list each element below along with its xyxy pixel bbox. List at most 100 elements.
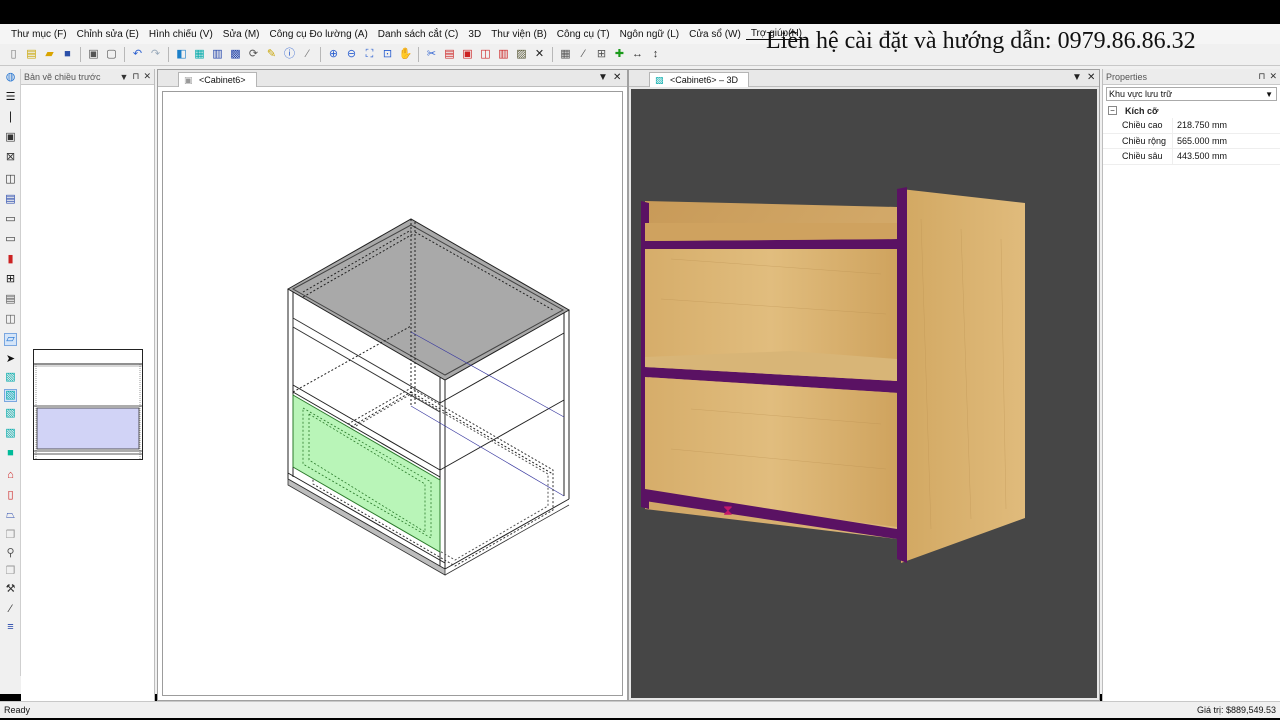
print-preview-icon[interactable]: ▢ bbox=[104, 47, 119, 62]
property-value[interactable]: 565.000 mm bbox=[1173, 136, 1227, 146]
new-file-icon[interactable]: ▯ bbox=[6, 47, 21, 62]
grid-tool-icon[interactable]: ⊞ bbox=[4, 273, 17, 286]
wireframe-canvas[interactable] bbox=[162, 91, 623, 696]
cube-icon[interactable]: ▧ bbox=[4, 371, 17, 384]
cabinet-list-icon[interactable]: ▥ bbox=[210, 47, 225, 62]
draw-line-icon[interactable]: ⁄ bbox=[576, 47, 591, 62]
cut-icon[interactable]: ✂ bbox=[424, 47, 439, 62]
divider-icon[interactable]: ◫ bbox=[4, 173, 17, 186]
storage-area-select[interactable]: Khu vực lưu trữ ▼ bbox=[1106, 87, 1277, 101]
select-arrow-icon[interactable]: ➤ bbox=[4, 353, 17, 366]
panel-red-4-icon[interactable]: ▥ bbox=[496, 47, 511, 62]
close-icon[interactable]: ✕ bbox=[613, 72, 621, 83]
toolbar-separator bbox=[418, 47, 419, 62]
undo-icon[interactable]: ↶ bbox=[130, 47, 145, 62]
hammer-icon[interactable]: ⚒ bbox=[4, 583, 17, 596]
menu-file[interactable]: Thư mục (F) bbox=[6, 29, 72, 40]
close-icon[interactable]: ✕ bbox=[1087, 72, 1095, 83]
table-icon[interactable]: ⊞ bbox=[594, 47, 609, 62]
panel-red-3-icon[interactable]: ◫ bbox=[478, 47, 493, 62]
tab-cabinet6-3d[interactable]: ▧ <Cabinet6> – 3D bbox=[649, 72, 750, 87]
cube-4-icon[interactable]: ▧ bbox=[4, 427, 17, 440]
info-icon[interactable]: ⓘ bbox=[282, 47, 297, 62]
cube-2-icon[interactable]: ▧ bbox=[4, 389, 17, 402]
export-icon[interactable]: ◧ bbox=[174, 47, 189, 62]
menu-measure[interactable]: Công cụ Đo lường (A) bbox=[265, 29, 373, 40]
menu-edit[interactable]: Chỉnh sửa (E) bbox=[72, 29, 144, 40]
dropdown-icon[interactable]: ▼ bbox=[1072, 72, 1082, 83]
pin-icon[interactable]: ⊓ bbox=[1258, 71, 1265, 82]
pin-icon[interactable]: ⊓ bbox=[132, 71, 139, 82]
close-icon[interactable]: ✕ bbox=[143, 71, 151, 82]
menu-view[interactable]: Hình chiếu (V) bbox=[144, 29, 218, 40]
panel-2-icon[interactable]: ▭ bbox=[4, 233, 17, 246]
property-row-depth[interactable]: Chiều sâu 443.500 mm bbox=[1103, 149, 1280, 165]
knife-icon[interactable]: ⁄ bbox=[4, 603, 17, 616]
cabinet-icon[interactable]: ▦ bbox=[192, 47, 207, 62]
tab-cabinet6[interactable]: ▣ <Cabinet6> bbox=[178, 72, 257, 87]
menu-3d[interactable]: 3D bbox=[463, 29, 486, 40]
property-row-height[interactable]: Chiều cao 218.750 mm bbox=[1103, 118, 1280, 134]
size-group[interactable]: − Kích cỡ bbox=[1103, 103, 1280, 118]
menu-cutlist[interactable]: Danh sách cắt (C) bbox=[373, 29, 464, 40]
vertical-line-icon[interactable]: ❘ bbox=[4, 111, 17, 124]
cabinet-group-icon[interactable]: ▩ bbox=[228, 47, 243, 62]
horizontal-arrows-icon[interactable]: ↔ bbox=[630, 47, 645, 62]
horizontal-lines-icon[interactable]: ☰ bbox=[4, 91, 17, 104]
zoom-out-icon[interactable]: ⊖ bbox=[344, 47, 359, 62]
move-icon[interactable]: ❐ bbox=[4, 565, 17, 578]
doc-icon[interactable]: ▯ bbox=[4, 489, 17, 502]
box-front-icon[interactable]: ▣ bbox=[4, 131, 17, 144]
wand-icon[interactable]: ⁄ bbox=[300, 47, 315, 62]
front-drawing-panel-header: Bản vẽ chiều trước ▼ ⊓ ✕ bbox=[21, 69, 154, 85]
panel-red-2-icon[interactable]: ▣ bbox=[460, 47, 475, 62]
zoom-window-icon[interactable]: ⊡ bbox=[380, 47, 395, 62]
property-value[interactable]: 218.750 mm bbox=[1173, 120, 1227, 130]
toolbar-separator bbox=[320, 47, 321, 62]
refresh-icon[interactable]: ⟳ bbox=[246, 47, 261, 62]
property-row-width[interactable]: Chiều rộng 565.000 mm bbox=[1103, 133, 1280, 149]
pencil-icon[interactable]: ✎ bbox=[264, 47, 279, 62]
dropdown-icon[interactable]: ▼ bbox=[598, 72, 608, 83]
red-panel-icon[interactable]: ▮ bbox=[4, 253, 17, 266]
dropdown-icon[interactable]: ▼ bbox=[120, 72, 129, 82]
property-value[interactable]: 443.500 mm bbox=[1173, 151, 1227, 161]
layers-icon[interactable]: ≡ bbox=[4, 621, 17, 634]
open-folder-icon[interactable]: ▰ bbox=[42, 47, 57, 62]
pan-hand-icon[interactable]: ✋ bbox=[398, 47, 413, 62]
globe-icon[interactable]: ◍ bbox=[4, 71, 17, 84]
panel-icon[interactable]: ▭ bbox=[4, 213, 17, 226]
redo-icon[interactable]: ↷ bbox=[148, 47, 163, 62]
cube-solid-icon[interactable]: ■ bbox=[4, 447, 17, 460]
menu-language[interactable]: Ngôn ngữ (L) bbox=[615, 29, 685, 40]
parallelogram-icon[interactable]: ▱ bbox=[4, 333, 17, 346]
collapse-icon[interactable]: − bbox=[1108, 106, 1117, 115]
menu-window[interactable]: Cửa sổ (W) bbox=[684, 29, 746, 40]
grid-icon[interactable]: ▦ bbox=[558, 47, 573, 62]
shelf-icon[interactable]: ▤ bbox=[4, 293, 17, 306]
close-icon[interactable]: ✕ bbox=[1269, 71, 1277, 82]
save-icon[interactable]: ■ bbox=[60, 47, 75, 62]
delete-cross-icon[interactable]: ✕ bbox=[532, 47, 547, 62]
doors-icon[interactable]: ◫ bbox=[4, 313, 17, 326]
paint-icon[interactable]: ⚲ bbox=[4, 547, 17, 560]
menu-library[interactable]: Thư viện (B) bbox=[486, 29, 552, 40]
vertical-arrows-icon[interactable]: ↕ bbox=[648, 47, 663, 62]
trapezoid-icon[interactable]: ⏢ bbox=[4, 509, 17, 522]
menu-tools[interactable]: Công cụ (T) bbox=[552, 29, 615, 40]
print-icon[interactable]: ▣ bbox=[86, 47, 101, 62]
cube-3-icon[interactable]: ▧ bbox=[4, 407, 17, 420]
3d-render-canvas[interactable]: ⧗ bbox=[631, 89, 1097, 698]
panel-red-icon[interactable]: ▤ bbox=[442, 47, 457, 62]
add-plus-icon[interactable]: ✚ bbox=[612, 47, 627, 62]
box-diagonal-icon[interactable]: ⊠ bbox=[4, 151, 17, 164]
panel-dark-icon[interactable]: ▨ bbox=[514, 47, 529, 62]
cabinet-front-preview[interactable] bbox=[33, 349, 143, 460]
menu-modify[interactable]: Sửa (M) bbox=[218, 29, 265, 40]
copy-icon[interactable]: ❐ bbox=[4, 529, 17, 542]
zoom-in-icon[interactable]: ⊕ bbox=[326, 47, 341, 62]
new-template-icon[interactable]: ▤ bbox=[24, 47, 39, 62]
cabinet-parts-icon[interactable]: ▤ bbox=[4, 193, 17, 206]
zoom-extents-icon[interactable]: ⛶ bbox=[362, 47, 377, 62]
house-icon[interactable]: ⌂ bbox=[4, 469, 17, 482]
